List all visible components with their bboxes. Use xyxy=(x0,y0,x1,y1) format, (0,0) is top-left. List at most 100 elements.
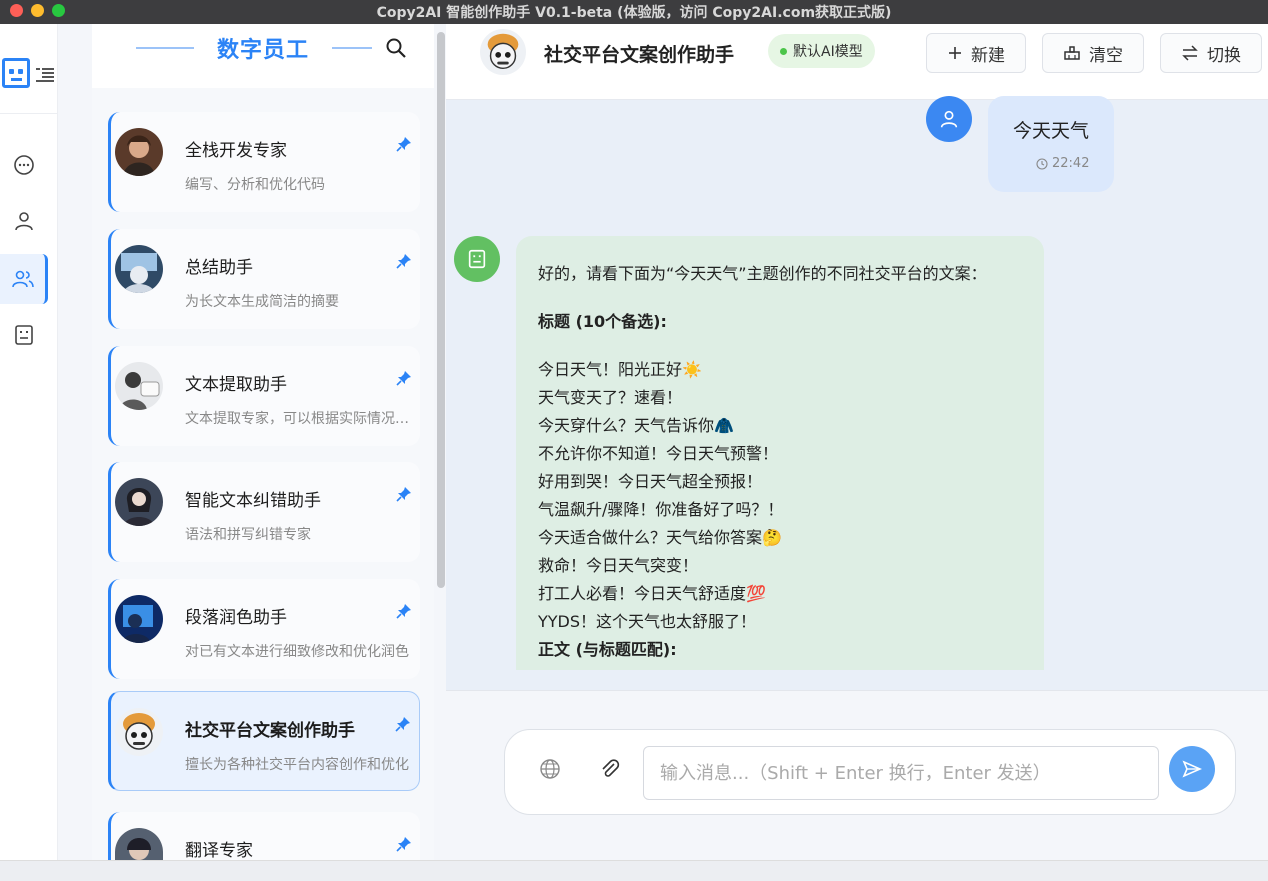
new-chat-button[interactable]: 新建 xyxy=(926,33,1026,73)
rail-header xyxy=(0,54,58,114)
maximize-window-button[interactable] xyxy=(52,4,65,17)
bot-line: 不允许你不知道！今日天气预警！ xyxy=(538,444,779,463)
bot-heading: 标题 (10个备选): xyxy=(538,312,667,331)
agent-card[interactable]: 段落润色助手 对已有文本进行细致修改和优化润色 xyxy=(108,579,420,679)
agent-desc: 文本提取专家，可以根据实际情况提取需要的文本 xyxy=(185,411,421,427)
window-bottom-edge xyxy=(0,860,1268,881)
message-timestamp: 22:42 xyxy=(1036,156,1089,171)
bot-message-bubble: 好的，请看下面为“今天天气”主题创作的不同社交平台的文案： 标题 (10个备选)… xyxy=(516,236,1044,670)
plus-icon xyxy=(949,47,961,59)
agent-avatar xyxy=(115,595,163,643)
agent-avatar xyxy=(115,708,163,756)
window-title: Copy2AI 智能创作助手 V0.1-beta (体验版，访问 Copy2AI… xyxy=(376,5,892,21)
collapse-menu-icon[interactable] xyxy=(36,68,54,82)
pin-icon[interactable] xyxy=(396,486,412,502)
agent-sidebar: 数字员工 全栈开发专家 编写、分析和优化代码 总结助手 为长文本生成简洁的摘要 … xyxy=(92,24,434,861)
send-icon xyxy=(1182,760,1202,778)
send-button[interactable] xyxy=(1169,746,1215,792)
model-label: 默认AI模型 xyxy=(793,44,863,60)
swap-icon xyxy=(1182,45,1198,61)
agent-desc: 对已有文本进行细致修改和优化润色 xyxy=(185,644,409,660)
switch-label: 切换 xyxy=(1207,45,1241,66)
pin-icon[interactable] xyxy=(395,716,411,732)
agent-desc: 为长文本生成简洁的摘要 xyxy=(185,294,339,310)
chat-main: 社交平台文案创作助手 默认AI模型 新建 清空 切换 今天天气 22:42 好的… xyxy=(446,24,1268,860)
globe-icon[interactable] xyxy=(539,758,561,780)
agent-card[interactable]: 智能文本纠错助手 语法和拼写纠错专家 xyxy=(108,462,420,562)
pin-icon[interactable] xyxy=(396,836,412,852)
chat-title: 社交平台文案创作助手 xyxy=(544,44,735,66)
bot-avatar xyxy=(454,236,500,282)
switch-button[interactable]: 切换 xyxy=(1160,33,1262,73)
bot-line: YYDS！这个天气也太舒服了！ xyxy=(538,612,757,631)
rail-agents-item[interactable] xyxy=(0,254,48,304)
agent-name: 翻译专家 xyxy=(185,841,253,861)
rail-chat-item[interactable] xyxy=(0,140,48,190)
pin-icon[interactable] xyxy=(396,603,412,619)
bot-line: 今天适合做什么？天气给你答案🤔 xyxy=(538,528,782,547)
clear-chat-label: 清空 xyxy=(1089,45,1123,66)
bot-intro-text: 好的，请看下面为“今天天气”主题创作的不同社交平台的文案： xyxy=(538,264,987,283)
sidebar-title: 数字员工 xyxy=(216,38,309,63)
users-group-icon xyxy=(11,270,34,288)
bot-body-heading: 正文 (与标题匹配): xyxy=(538,640,677,659)
agent-avatar xyxy=(115,362,163,410)
rail-robot-item[interactable] xyxy=(0,310,48,360)
robot-icon xyxy=(15,325,33,345)
pin-icon[interactable] xyxy=(396,136,412,152)
model-badge[interactable]: 默认AI模型 xyxy=(768,34,875,68)
agent-avatar xyxy=(115,478,163,526)
minimize-window-button[interactable] xyxy=(31,4,44,17)
agent-card[interactable]: 总结助手 为长文本生成简洁的摘要 xyxy=(108,229,420,329)
timestamp-text: 22:42 xyxy=(1052,156,1090,171)
bot-line: 天气变天了？速看！ xyxy=(538,388,683,407)
user-message-text: 今天天气 xyxy=(1012,120,1089,142)
composer-area xyxy=(446,690,1268,860)
agent-name: 段落润色助手 xyxy=(185,608,287,628)
bot-line: 今天穿什么？天气告诉你🧥 xyxy=(538,416,734,435)
status-dot-icon xyxy=(780,47,787,55)
pin-icon[interactable] xyxy=(396,370,412,386)
title-decoration-line xyxy=(332,47,372,49)
agent-card[interactable]: 文本提取助手 文本提取专家，可以根据实际情况提取需要的文本 xyxy=(108,346,421,446)
app-logo-icon xyxy=(2,58,30,88)
clear-chat-button[interactable]: 清空 xyxy=(1042,33,1144,73)
clock-icon xyxy=(1036,157,1048,170)
agent-name: 文本提取助手 xyxy=(185,375,287,395)
broom-icon xyxy=(1064,46,1080,60)
agent-avatar xyxy=(480,29,526,75)
rail-user-item[interactable] xyxy=(0,196,48,246)
traffic-lights xyxy=(10,4,65,17)
agent-desc: 语法和拼写纠错专家 xyxy=(185,527,311,543)
pin-icon[interactable] xyxy=(396,253,412,269)
sidebar-header: 数字员工 xyxy=(92,24,434,88)
agent-card[interactable]: 翻译专家 xyxy=(108,812,420,861)
agent-name: 总结助手 xyxy=(185,258,253,278)
user-avatar xyxy=(926,96,972,142)
bot-line: 今日天气！阳光正好☀️ xyxy=(538,360,702,379)
chat-header: 社交平台文案创作助手 默认AI模型 新建 清空 切换 xyxy=(446,24,1268,100)
search-icon[interactable] xyxy=(384,36,408,60)
agent-card[interactable]: 全栈开发专家 编写、分析和优化代码 xyxy=(108,112,420,212)
agent-card-selected[interactable]: 社交平台文案创作助手 擅长为各种社交平台内容创作和优化 xyxy=(108,691,420,791)
sidebar-scrollbar[interactable] xyxy=(437,32,445,588)
bot-line: 打工人必看！今日天气舒适度💯 xyxy=(538,584,766,603)
agent-desc: 编写、分析和优化代码 xyxy=(185,177,325,193)
user-message-bubble: 今天天气 22:42 xyxy=(988,96,1114,192)
bot-line: 好用到哭！今日天气超全预报！ xyxy=(538,472,763,491)
agent-avatar xyxy=(115,128,163,176)
window-titlebar: Copy2AI 智能创作助手 V0.1-beta (体验版，访问 Copy2AI… xyxy=(0,0,1268,24)
paperclip-icon[interactable] xyxy=(599,758,621,780)
agent-desc: 擅长为各种社交平台内容创作和优化 xyxy=(185,757,409,773)
bot-line: 救命！今日天气突变！ xyxy=(538,556,699,575)
left-rail xyxy=(0,24,58,860)
agent-avatar xyxy=(115,245,163,293)
agent-avatar xyxy=(115,828,163,860)
close-window-button[interactable] xyxy=(10,4,23,17)
bot-line: 气温飙升/骤降！你准备好了吗？！ xyxy=(538,500,784,519)
user-icon xyxy=(940,110,958,128)
user-icon xyxy=(15,212,33,231)
agent-name: 社交平台文案创作助手 xyxy=(185,721,355,741)
message-input[interactable] xyxy=(643,746,1159,800)
new-chat-label: 新建 xyxy=(971,45,1005,66)
